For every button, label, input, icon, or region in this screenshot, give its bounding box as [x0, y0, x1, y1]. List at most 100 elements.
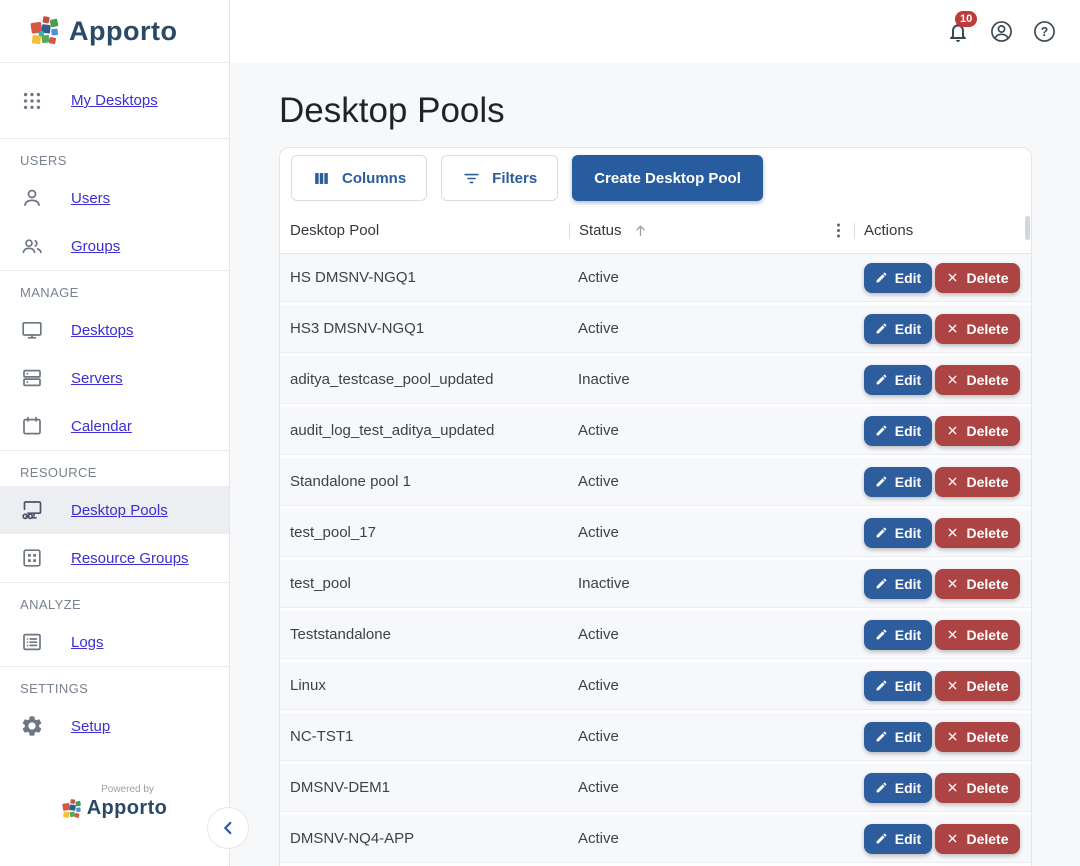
- sidebar-item-calendar[interactable]: Calendar: [0, 402, 229, 450]
- pool-name: audit_log_test_aditya_updated: [280, 422, 569, 439]
- delete-button[interactable]: Delete: [935, 569, 1020, 599]
- sort-ascending-icon[interactable]: [632, 222, 649, 239]
- setup-link[interactable]: Setup: [71, 718, 110, 735]
- scrollbar-thumb[interactable]: [1025, 216, 1030, 240]
- delete-button[interactable]: Delete: [935, 671, 1020, 701]
- powered-by: Powered by Apporto: [0, 784, 229, 820]
- edit-button[interactable]: Edit: [864, 773, 932, 803]
- delete-button[interactable]: Delete: [935, 722, 1020, 752]
- sidebar-item-my-desktops[interactable]: My Desktops: [0, 63, 229, 138]
- table-row: Linux Active Edit Delete: [280, 662, 1031, 710]
- column-separator: [854, 223, 855, 239]
- section-manage: MANAGE Desktops: [0, 270, 229, 450]
- delete-button-label: Delete: [966, 831, 1008, 847]
- delete-button[interactable]: Delete: [935, 824, 1020, 854]
- notification-badge: 10: [955, 11, 977, 27]
- columns-button[interactable]: Columns: [291, 155, 427, 201]
- account-icon: [989, 19, 1014, 44]
- brand-logo[interactable]: Apporto: [0, 0, 229, 63]
- close-icon: [946, 781, 959, 794]
- edit-button-label: Edit: [895, 321, 921, 337]
- close-icon: [946, 577, 959, 590]
- pool-name: test_pool: [280, 575, 569, 592]
- calendar-link[interactable]: Calendar: [71, 418, 132, 435]
- sidebar-item-setup[interactable]: Setup: [0, 702, 229, 750]
- delete-button[interactable]: Delete: [935, 773, 1020, 803]
- sidebar-item-servers[interactable]: Servers: [0, 354, 229, 402]
- delete-button[interactable]: Delete: [935, 518, 1020, 548]
- edit-button[interactable]: Edit: [864, 518, 932, 548]
- delete-button[interactable]: Delete: [935, 263, 1020, 293]
- delete-button[interactable]: Delete: [935, 365, 1020, 395]
- pencil-icon: [875, 730, 888, 743]
- close-icon: [946, 424, 959, 437]
- delete-button[interactable]: Delete: [935, 416, 1020, 446]
- delete-button[interactable]: Delete: [935, 467, 1020, 497]
- sidebar-collapse-button[interactable]: [207, 807, 249, 849]
- table-row: Standalone pool 1 Active Edit Delete: [280, 458, 1031, 506]
- desktops-link[interactable]: Desktops: [71, 322, 134, 339]
- sidebar-item-desktops[interactable]: Desktops: [0, 306, 229, 354]
- close-icon: [946, 679, 959, 692]
- sidebar-item-groups[interactable]: Groups: [0, 222, 229, 270]
- create-desktop-pool-button[interactable]: Create Desktop Pool: [572, 155, 763, 201]
- apps-grid-icon: [20, 89, 44, 113]
- account-button[interactable]: [983, 14, 1019, 50]
- edit-button[interactable]: Edit: [864, 467, 932, 497]
- edit-button-label: Edit: [895, 270, 921, 286]
- sidebar-item-users[interactable]: Users: [0, 174, 229, 222]
- table-toolbar: Columns Filters Create Desktop Pool: [280, 148, 1031, 208]
- users-link[interactable]: Users: [71, 190, 110, 207]
- edit-button[interactable]: Edit: [864, 365, 932, 395]
- sidebar-item-resource-groups[interactable]: Resource Groups: [0, 534, 229, 582]
- table-row: aditya_testcase_pool_updated Inactive Ed…: [280, 356, 1031, 404]
- help-button[interactable]: ?: [1026, 14, 1062, 50]
- edit-button[interactable]: Edit: [864, 314, 932, 344]
- my-desktops-link[interactable]: My Desktops: [71, 92, 158, 109]
- column-header-desktop-pool[interactable]: Desktop Pool: [280, 222, 569, 239]
- pencil-icon: [875, 322, 888, 335]
- notifications-button[interactable]: 10: [940, 14, 976, 50]
- edit-button[interactable]: Edit: [864, 416, 932, 446]
- pool-status: Active: [569, 626, 854, 643]
- apporto-logo-icon: [30, 15, 60, 47]
- edit-button[interactable]: Edit: [864, 671, 932, 701]
- servers-link[interactable]: Servers: [71, 370, 123, 387]
- delete-button-label: Delete: [966, 270, 1008, 286]
- edit-button[interactable]: Edit: [864, 722, 932, 752]
- section-title-analyze: ANALYZE: [0, 583, 229, 618]
- sidebar-item-logs[interactable]: Logs: [0, 618, 229, 666]
- pencil-icon: [875, 628, 888, 641]
- desktop-pools-link[interactable]: Desktop Pools: [71, 502, 168, 519]
- edit-button[interactable]: Edit: [864, 824, 932, 854]
- table-row: Teststandalone Active Edit Delete: [280, 611, 1031, 659]
- desktop-pools-card: Columns Filters Create Desktop Pool Desk…: [279, 147, 1032, 866]
- edit-button[interactable]: Edit: [864, 569, 932, 599]
- table-row: audit_log_test_aditya_updated Active Edi…: [280, 407, 1031, 455]
- columns-button-label: Columns: [342, 170, 406, 187]
- delete-button[interactable]: Delete: [935, 314, 1020, 344]
- sidebar-item-desktop-pools[interactable]: Desktop Pools: [0, 486, 229, 534]
- column-header-status[interactable]: Status: [579, 222, 622, 239]
- close-icon: [946, 832, 959, 845]
- delete-button-label: Delete: [966, 729, 1008, 745]
- delete-button[interactable]: Delete: [935, 620, 1020, 650]
- pool-name: Standalone pool 1: [280, 473, 569, 490]
- pool-name: DMSNV-DEM1: [280, 779, 569, 796]
- pool-status: Inactive: [569, 371, 854, 388]
- edit-button[interactable]: Edit: [864, 263, 932, 293]
- footer-brand-name: Apporto: [87, 797, 168, 820]
- resource-groups-link[interactable]: Resource Groups: [71, 550, 189, 567]
- groups-link[interactable]: Groups: [71, 238, 120, 255]
- table-row: NC-TST1 Active Edit Delete: [280, 713, 1031, 761]
- pool-status: Active: [569, 779, 854, 796]
- section-title-settings: SETTINGS: [0, 667, 229, 702]
- pool-status: Active: [569, 677, 854, 694]
- logs-link[interactable]: Logs: [71, 634, 104, 651]
- column-menu-icon[interactable]: [829, 221, 848, 240]
- sidebar: Apporto My Desktops USERS: [0, 0, 230, 866]
- column-separator: [569, 223, 570, 239]
- gear-icon: [20, 714, 44, 738]
- edit-button[interactable]: Edit: [864, 620, 932, 650]
- filters-button[interactable]: Filters: [441, 155, 558, 201]
